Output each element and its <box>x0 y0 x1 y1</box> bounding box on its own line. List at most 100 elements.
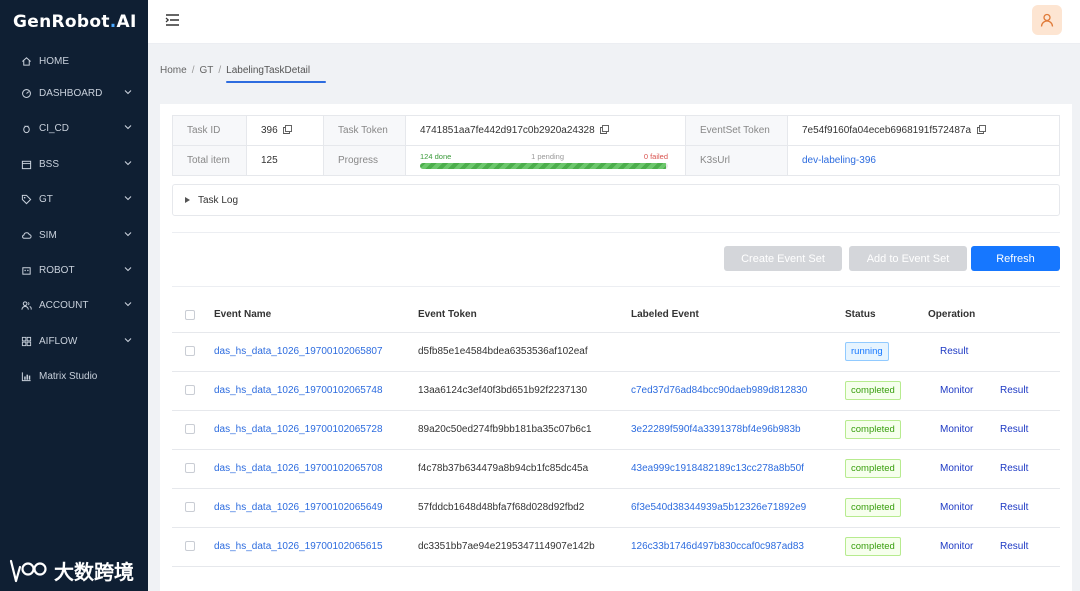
row-checkbox[interactable] <box>185 424 195 435</box>
sidebar-item-sim[interactable]: SIM <box>0 220 148 250</box>
result-link[interactable]: Result <box>988 502 1028 513</box>
result-link[interactable]: Result <box>988 463 1028 474</box>
sidebar-item-ci-cd[interactable]: CI_CD <box>0 113 148 143</box>
table-row: das_hs_data_1026_19700102065615 dc3351bb7… <box>172 527 1060 567</box>
row-checkbox[interactable] <box>185 502 195 513</box>
progress-done: 124 done <box>420 152 452 161</box>
progress-failed: 0 failed <box>643 152 668 161</box>
sidebar-item-matrix-studio[interactable]: Matrix Studio <box>0 361 148 391</box>
row-select-cell <box>172 332 214 372</box>
monitor-link[interactable]: Monitor <box>928 502 988 513</box>
row-checkbox[interactable] <box>185 541 195 552</box>
sidebar-item-bss[interactable]: BSS <box>0 149 148 179</box>
event-token-cell: d5fb85e1e4584bdea6353536af102eaf <box>418 332 631 372</box>
monitor-link[interactable]: Monitor <box>928 541 988 552</box>
result-link[interactable]: Result <box>988 385 1028 396</box>
status-cell: completed <box>845 371 928 411</box>
user-avatar[interactable] <box>1032 5 1062 35</box>
chevron-down-icon <box>124 161 132 166</box>
logo-text: G <box>13 12 28 32</box>
event-name-link[interactable]: das_hs_data_1026_19700102065748 <box>214 385 383 396</box>
event-name-link[interactable]: das_hs_data_1026_19700102065728 <box>214 424 383 435</box>
sidebar-item-label: AIFLOW <box>39 335 78 347</box>
sidebar-item-label: ACCOUNT <box>39 299 89 311</box>
event-name-cell: das_hs_data_1026_19700102065748 <box>214 371 418 411</box>
copy-icon[interactable] <box>600 125 610 134</box>
status-cell: completed <box>845 488 928 528</box>
menu-fold-icon[interactable] <box>165 13 181 27</box>
col-labeled-event: Labeled Event <box>631 298 845 333</box>
sidebar-item-robot[interactable]: ROBOT <box>0 255 148 285</box>
refresh-button[interactable]: Refresh <box>971 246 1060 271</box>
event-name-link[interactable]: das_hs_data_1026_19700102065615 <box>214 541 383 552</box>
breadcrumb-current: LabelingTaskDetail <box>226 65 311 76</box>
event-name-link[interactable]: das_hs_data_1026_19700102065708 <box>214 463 383 474</box>
operation-cell: Monitor Result <box>928 488 1060 528</box>
result-link[interactable]: Result <box>988 541 1028 552</box>
copy-icon[interactable] <box>976 125 986 134</box>
event-token-cell: dc3351bb7ae94e2195347114907e142b <box>418 527 631 567</box>
table-row: das_hs_data_1026_19700102065649 57fddcb16… <box>172 488 1060 528</box>
k3s-url-link[interactable]: dev-labeling-396 <box>802 155 876 166</box>
sidebar-item-dashboard[interactable]: DASHBOARD <box>0 78 148 108</box>
labeled-event-link[interactable]: 3e22289f590f4a3391378bf4e96b983b <box>631 424 801 435</box>
divider <box>172 232 1060 233</box>
sidebar-item-home[interactable]: HOME <box>0 46 148 76</box>
status-badge: completed <box>845 537 901 556</box>
table-row: das_hs_data_1026_19700102065708 f4c78b37b… <box>172 449 1060 489</box>
operation-cell: Monitor Result <box>928 410 1060 450</box>
task-id-label: Task ID <box>172 115 247 146</box>
table-row: das_hs_data_1026_19700102065728 89a20c50e… <box>172 410 1060 450</box>
labeled-event-link[interactable]: c7ed37d76ad84bcc90daeb989d812830 <box>631 385 807 396</box>
labeled-event-link[interactable]: 6f3e540d38344939a5b12326e71892e9 <box>631 502 806 513</box>
event-name-link[interactable]: das_hs_data_1026_19700102065807 <box>214 346 383 357</box>
copy-icon[interactable] <box>283 125 293 134</box>
breadcrumb: Home / GT / LabelingTaskDetail <box>160 65 310 76</box>
col-status: Status <box>845 298 928 333</box>
sidebar-item-gt[interactable]: GT <box>0 184 148 214</box>
watermark-logo-icon <box>9 559 47 582</box>
result-link[interactable]: Result <box>928 346 968 357</box>
status-cell: completed <box>845 527 928 567</box>
dashboard-icon <box>20 87 32 99</box>
chevron-down-icon <box>124 232 132 237</box>
event-name-cell: das_hs_data_1026_19700102065807 <box>214 332 418 372</box>
breadcrumb-home[interactable]: Home <box>160 65 187 76</box>
sidebar-item-aiflow[interactable]: AIFLOW <box>0 326 148 356</box>
total-item-value: 125 <box>246 145 324 176</box>
monitor-link[interactable]: Monitor <box>928 463 988 474</box>
row-select-cell <box>172 527 214 567</box>
sidebar-item-label: ROBOT <box>39 264 75 276</box>
monitor-link[interactable]: Monitor <box>928 385 988 396</box>
sidebar: Gen Robot. AI HOME DASHBOARD CI_CD BSS GT … <box>0 0 148 591</box>
chevron-down-icon <box>124 267 132 272</box>
create-event-set-button[interactable]: Create Event Set <box>724 246 842 271</box>
row-checkbox[interactable] <box>185 346 195 357</box>
event-name-link[interactable]: das_hs_data_1026_19700102065649 <box>214 502 383 513</box>
tag-icon <box>20 193 32 205</box>
event-token-cell: f4c78b37b634479a8b94cb1fc85dc45a <box>418 449 631 489</box>
grid-icon <box>20 335 32 347</box>
chevron-down-icon <box>124 125 132 130</box>
labeled-event-cell: c7ed37d76ad84bcc90daeb989d812830 <box>631 371 845 411</box>
row-checkbox[interactable] <box>185 385 195 396</box>
status-badge: running <box>845 342 889 361</box>
task-log-collapse[interactable]: Task Log <box>172 184 1060 216</box>
app-logo[interactable]: Gen Robot. AI <box>0 0 148 44</box>
row-checkbox[interactable] <box>185 463 195 474</box>
monitor-link[interactable]: Monitor <box>928 424 988 435</box>
labeled-event-link[interactable]: 43ea999c1918482189c13cc278a8b50f <box>631 463 804 474</box>
select-all-checkbox[interactable] <box>185 309 195 320</box>
chevron-down-icon <box>124 302 132 307</box>
divider <box>172 286 1060 287</box>
labeled-event-link[interactable]: 126c33b1746d497b830ccaf0c987ad83 <box>631 541 804 552</box>
task-token-value: 4741851aa7fe442d917c0b2920a24328 <box>420 125 595 136</box>
labeled-event-cell: 6f3e540d38344939a5b12326e71892e9 <box>631 488 845 528</box>
add-to-event-set-button[interactable]: Add to Event Set <box>849 246 967 271</box>
result-link[interactable]: Result <box>988 424 1028 435</box>
progress-cell: 124 done 1 pending 0 failed <box>405 145 686 176</box>
breadcrumb-gt[interactable]: GT <box>199 65 213 76</box>
chart-icon <box>20 370 32 382</box>
sidebar-item-account[interactable]: ACCOUNT <box>0 290 148 320</box>
labeled-event-cell: 3e22289f590f4a3391378bf4e96b983b <box>631 410 845 450</box>
